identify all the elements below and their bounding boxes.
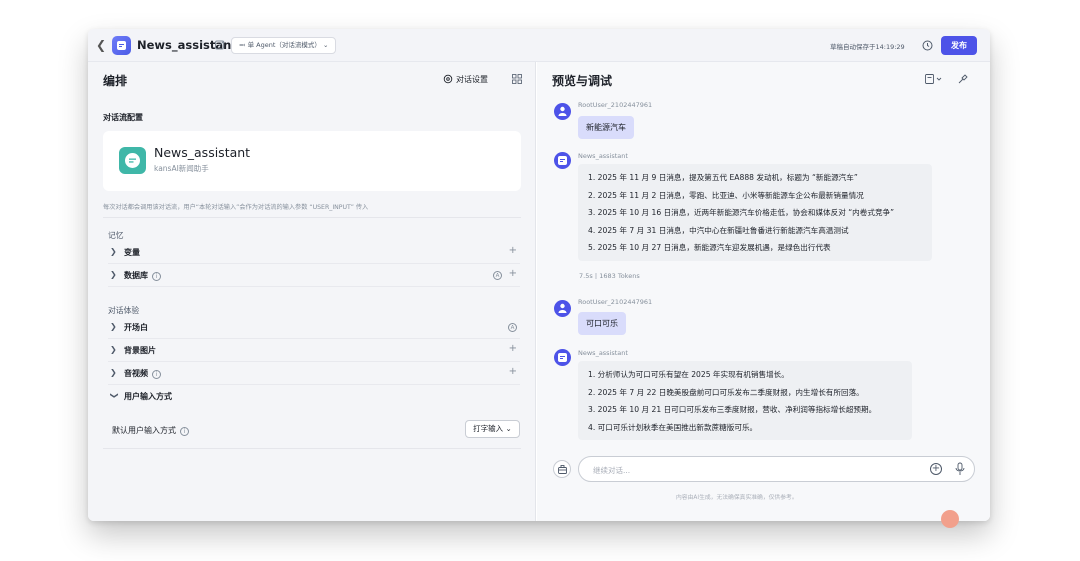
response-stats: 7.5s丨1683 Tokens [579,272,640,280]
auto-icon[interactable]: A [493,271,502,280]
default-input-setting: 默认用户输入方式 i [112,425,189,436]
divider [103,448,521,449]
conversation-settings-label: 对话设置 [456,75,488,84]
broom-icon[interactable] [957,74,968,85]
settings-icon [443,74,453,84]
experience-label: 对话体验 [108,306,140,315]
memory-label: 记忆 [108,231,124,240]
app-icon [112,36,131,55]
chevron-right-icon: ❯ [110,270,117,279]
auto-icon[interactable]: A [508,323,517,332]
input-method-value: 打字输入 [473,424,504,433]
conversation-settings-button[interactable]: 对话设置 [443,74,488,85]
assistant-float-button[interactable] [941,510,959,528]
row-variables[interactable]: ❯ 变量 + [108,242,520,264]
agent-avatar [119,147,146,174]
chevron-right-icon: ❯ [110,322,117,331]
orchestration-panel: 编排 对话设置 对话流配置 News_assistant kansAI新闻助手 … [88,62,536,521]
bot-avatar [554,152,571,169]
microphone-icon[interactable] [955,462,965,476]
message-line: 2. 2025 年 11 月 2 日消息，零跑、比亚迪、小米等新能源车企公布最新… [588,190,864,200]
message-sender: RootUser_2102447961 [578,101,653,109]
chat-input-placeholder: 继续对话... [593,466,631,475]
briefcase-icon [558,465,567,474]
message-line: 1. 2025 年 11 月 9 日消息，提及第五代 EA888 发动机，标题为… [588,173,858,182]
message-sender: News_assistant [578,152,628,160]
add-icon[interactable]: + [509,343,517,354]
chevron-right-icon: ❯ [110,345,117,354]
row-label: 用户输入方式 [124,392,172,401]
user-message: 新能源汽车 [578,116,634,139]
add-icon[interactable]: + [509,366,517,377]
row-audio-video[interactable]: ❯ 音视频 i + [108,363,520,385]
section-title: 对话流配置 [103,113,143,122]
panel-title: 预览与调试 [552,74,613,88]
workflow-hint: 每次对话都会调用该对话流，用户“本轮对话输入”会作为对话流的输入参数 “USER… [103,204,369,211]
row-label: 音视频 [124,369,148,378]
row-label: 数据库 [124,271,148,280]
clear-history-button[interactable] [553,460,571,478]
message-line: 2. 2025 年 7 月 22 日晚美股盘前可口可乐发布二季度财报，内生增长有… [588,387,864,397]
history-icon[interactable] [919,37,936,54]
edit-icon[interactable] [214,39,226,51]
message-sender: RootUser_2102447961 [578,298,653,306]
chevron-down-icon: ❯ [109,392,119,399]
row-label: 背景图片 [124,346,156,355]
add-attachment-icon[interactable]: + [930,463,942,475]
grid-icon[interactable] [512,74,522,84]
divider [103,217,521,218]
bot-message: 1. 2025 年 11 月 9 日消息，提及第五代 EA888 发动机，标题为… [578,164,932,261]
mode-selector[interactable]: ≕ 单 Agent（对话流模式） ⌄ [231,37,337,54]
chat-input-row: 继续对话... + [553,456,975,482]
message-sender: News_assistant [578,349,628,357]
message-line: 3. 2025 年 10 月 16 日消息，近两年新能源汽车价格走低，协会和媒体… [588,208,895,217]
app-window: ❮ News_assistant ≕ 单 Agent（对话流模式） ⌄ 草稿自动… [88,29,990,521]
chevron-down-icon: ⌄ [322,41,329,49]
bot-message: 1. 分析师认为可口可乐有望在 2025 年实现有机销售增长。 2. 2025 … [578,361,912,440]
autosave-status: 草稿自动保存于14:19:29 [830,43,905,51]
ai-disclaimer: 内容由AI生成，无法确保真实准确，仅供参考。 [676,495,798,501]
agent-name: News_assistant [154,145,251,160]
message-line: 3. 2025 年 10 月 21 日可口可乐发布三季度财报，营收、净利润等指标… [588,405,877,414]
row-opening[interactable]: ❯ 开场白 A [108,317,520,339]
panel-title: 编排 [103,74,128,88]
message-line: 4. 2025 年 7 月 31 日消息，中汽中心在新疆吐鲁番进行新能源汽车高温… [588,225,849,235]
agent-description: kansAI新闻助手 [154,164,209,173]
message-line: 5. 2025 年 10 月 27 日消息，新能源汽车迎发展机遇，是绿色出行代表 [588,243,831,252]
agent-card[interactable]: News_assistant kansAI新闻助手 [103,131,521,191]
add-icon[interactable]: + [509,245,517,256]
chevron-right-icon: ❯ [110,368,117,377]
default-input-label: 默认用户输入方式 [112,426,176,435]
row-user-input[interactable]: ❯ 用户输入方式 [108,386,520,408]
user-avatar [554,103,571,120]
add-icon[interactable]: + [509,268,517,279]
bot-avatar [554,349,571,366]
row-database[interactable]: ❯ 数据库 i A + [108,265,520,287]
row-label: 开场白 [124,323,148,332]
info-icon[interactable]: i [152,370,161,379]
workflow-icon: ≕ [239,41,246,49]
message-line: 4. 可口可乐计划秋季在美国推出新款蔗糖版可乐。 [588,422,758,432]
chevron-right-icon: ❯ [110,247,117,256]
row-label: 变量 [124,248,140,257]
layout-icon[interactable] [925,74,943,84]
message-line: 1. 分析师认为可口可乐有望在 2025 年实现有机销售增长。 [588,370,789,379]
chevron-down-icon: ⌄ [505,424,512,433]
back-chevron-icon[interactable]: ❮ [96,38,110,52]
info-icon[interactable]: i [180,427,189,436]
user-message: 可口可乐 [578,312,626,335]
input-method-select[interactable]: 打字输入 ⌄ [465,420,520,438]
publish-button[interactable]: 发布 [941,36,977,55]
info-icon[interactable]: i [152,272,161,281]
top-bar: ❮ News_assistant ≕ 单 Agent（对话流模式） ⌄ 草稿自动… [88,29,990,62]
chat-input[interactable]: 继续对话... + [578,456,975,482]
row-background[interactable]: ❯ 背景图片 + [108,340,520,362]
user-avatar [554,300,571,317]
mode-label: 单 Agent（对话流模式） [247,41,321,49]
